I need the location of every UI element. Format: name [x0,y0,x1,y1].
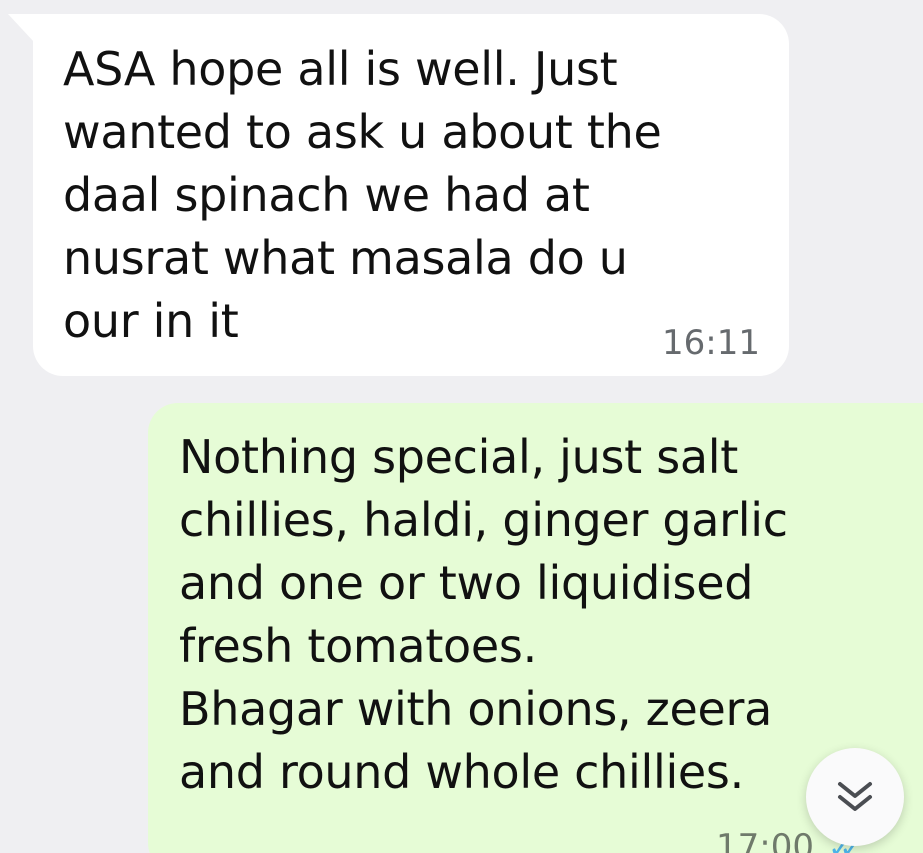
incoming-message-text: ASA hope all is well. Just wanted to ask… [63,42,662,348]
incoming-bubble-tail [8,14,34,42]
outgoing-message-text: Nothing special, just salt chillies, hal… [179,430,788,799]
incoming-message-time: 16:11 [662,323,760,363]
chat-view[interactable]: ASA hope all is well. Just wanted to ask… [0,0,923,853]
double-chevron-down-icon [838,782,872,811]
outgoing-message-time: 17:00 [716,827,814,853]
incoming-message-bubble[interactable]: ASA hope all is well. Just wanted to ask… [33,14,789,376]
scroll-to-bottom-button[interactable] [806,748,904,846]
